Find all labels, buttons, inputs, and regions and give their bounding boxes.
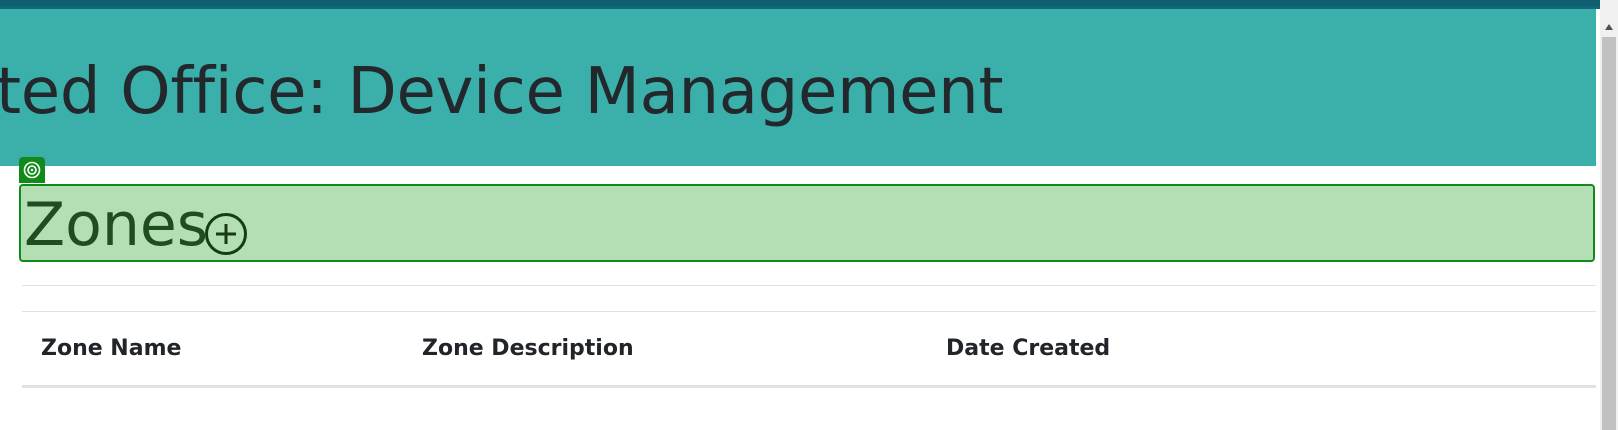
zones-heading: Zones [24, 190, 209, 260]
table-header-border [22, 385, 1596, 388]
scroll-up-arrow-icon[interactable] [1600, 18, 1618, 36]
vertical-scrollbar[interactable] [1600, 0, 1618, 430]
column-header-zone-name[interactable]: Zone Name [41, 336, 181, 361]
target-icon[interactable] [19, 157, 45, 183]
window-top-bar [0, 0, 1600, 9]
page-header-banner: ted Office: Device Management [0, 9, 1596, 166]
page-title: ted Office: Device Management [0, 55, 1004, 129]
column-header-date-created[interactable]: Date Created [946, 336, 1110, 361]
column-header-zone-description[interactable]: Zone Description [422, 336, 634, 361]
plus-circle-icon [205, 213, 247, 255]
zones-heading-highlight: Zones [19, 184, 1595, 262]
scrollbar-thumb[interactable] [1602, 37, 1616, 430]
divider [22, 285, 1596, 286]
add-zone-button[interactable] [204, 212, 248, 256]
table-top-border [22, 311, 1596, 312]
